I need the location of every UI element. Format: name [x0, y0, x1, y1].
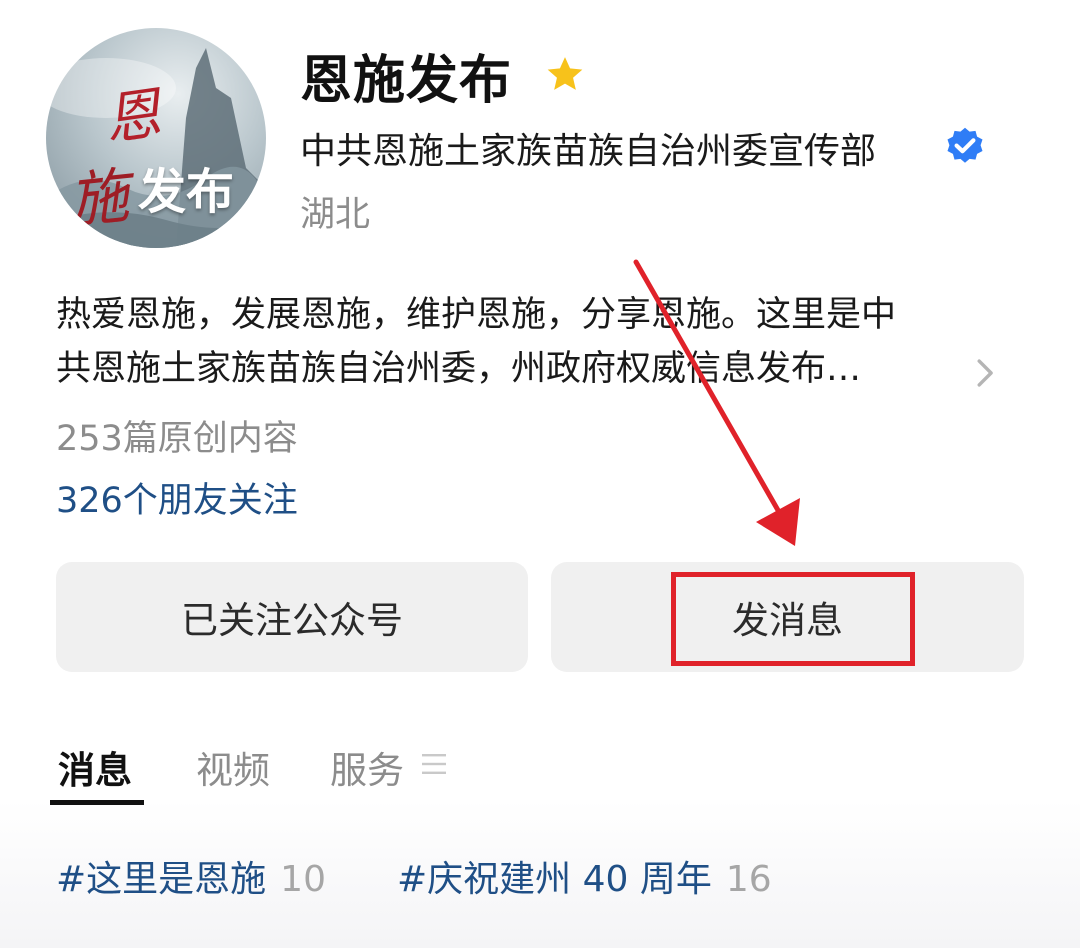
account-description[interactable]: 热爱恩施，发展恩施，维护恩施，分享恩施。这里是中 共恩施土家族苗族自治州委，州政… [56, 288, 1016, 396]
tab-videos[interactable]: 视频 [196, 740, 270, 794]
chevron-right-icon[interactable] [972, 356, 1000, 390]
followed-account-button[interactable]: 已关注公众号 [56, 562, 528, 672]
original-content-count: 253篇原创内容 [56, 419, 298, 459]
avatar-text-en: 恩 [100, 81, 165, 154]
hashtag-count: 16 [725, 859, 772, 900]
hashtag-label: #这里是恩施 [56, 859, 267, 900]
menu-lines-icon[interactable] [421, 751, 447, 777]
avatar-text-shi: 施 [65, 161, 133, 237]
organization-name: 中共恩施土家族苗族自治州委宣传部 [300, 131, 877, 172]
region-label: 湖北 [300, 195, 371, 235]
tab-messages[interactable]: 消息 [58, 740, 132, 794]
friends-following-link[interactable]: 326个朋友关注 [56, 472, 298, 523]
hashtag-count: 10 [280, 859, 326, 900]
avatar-text-fabu: 发布 [138, 164, 235, 220]
hashtag-chip[interactable]: #庆祝建州 40 周年 16 [397, 850, 772, 902]
followed-account-label: 已关注公众号 [181, 599, 403, 642]
tab-services[interactable]: 服务 [330, 740, 404, 794]
star-icon[interactable] [543, 54, 587, 96]
account-name: 恩施发布 [300, 51, 513, 111]
avatar[interactable]: 恩 施 发布 [46, 28, 266, 248]
hashtag-label: #庆祝建州 40 周年 [397, 859, 712, 900]
hashtag-chip[interactable]: #这里是恩施 10 [56, 850, 326, 902]
verified-check-icon[interactable] [944, 126, 986, 168]
active-tab-indicator [50, 800, 144, 805]
description-line-2: 共恩施土家族苗族自治州委，州政府权威信息发布… [56, 349, 862, 389]
description-line-1: 热爱恩施，发展恩施，维护恩施，分享恩施。这里是中 [56, 295, 897, 335]
highlight-box-annotation [671, 572, 915, 666]
